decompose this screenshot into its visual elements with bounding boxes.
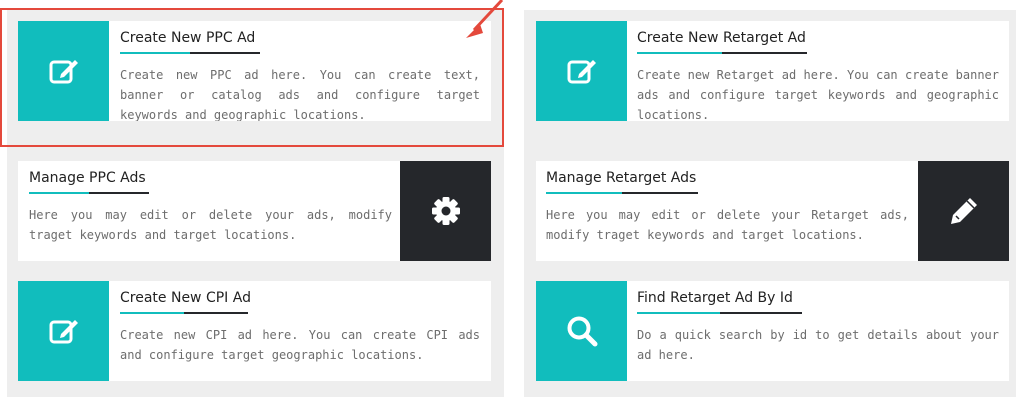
card-description: Create new CPI ad here. You can create C… [120,328,480,362]
create-retarget-ad-icon-box[interactable] [536,21,627,121]
manage-retarget-ads-card[interactable]: Manage Retarget Ads Here you may edit or… [536,161,1009,261]
create-cpi-ad-card[interactable]: Create New CPI Ad Create new CPI ad here… [18,281,491,381]
create-cpi-ad-icon-box[interactable] [18,281,109,381]
find-retarget-ad-card[interactable]: Find Retarget Ad By Id Do a quick search… [536,281,1009,381]
create-ppc-ad-icon-box[interactable] [18,21,109,121]
card-description: Do a quick search by id to get details a… [637,328,999,362]
find-retarget-ad-icon-box[interactable] [536,281,627,381]
card-title[interactable]: Create New PPC Ad [120,30,255,46]
card-title[interactable]: Manage Retarget Ads [546,170,696,186]
manage-ppc-ads-icon-box[interactable] [400,161,491,261]
pencil-icon [950,198,977,224]
annotation-arrow [466,0,504,38]
create-ppc-ad-card[interactable]: Create New PPC Ad Create new PPC ad here… [18,21,491,121]
search-icon [567,316,597,347]
create-retarget-ad-card[interactable]: Create New Retarget Ad Create new Retarg… [536,21,1009,121]
title-underline [637,52,807,54]
title-underline [637,312,802,314]
edit-icon [49,320,78,344]
card-description: Create new PPC ad here. You can create t… [120,68,480,121]
card-description: Here you may edit or delete your Retarge… [546,208,909,242]
manage-retarget-ads-icon-box[interactable] [918,161,1009,261]
manage-ppc-ads-card[interactable]: Manage PPC Ads Here you may edit or dele… [18,161,491,261]
title-underline [29,192,149,194]
title-underline [120,52,260,54]
card-description: Here you may edit or delete your ads, mo… [29,208,392,242]
edit-icon [567,60,596,84]
card-title[interactable]: Create New Retarget Ad [637,30,806,46]
card-title[interactable]: Manage PPC Ads [29,170,146,186]
edit-icon [49,60,78,84]
card-title[interactable]: Find Retarget Ad By Id [637,290,793,306]
card-description: Create new Retarget ad here. You can cre… [637,68,999,121]
card-title[interactable]: Create New CPI Ad [120,290,251,306]
title-underline [120,312,248,314]
title-underline [546,192,698,194]
gear-icon [431,197,460,225]
